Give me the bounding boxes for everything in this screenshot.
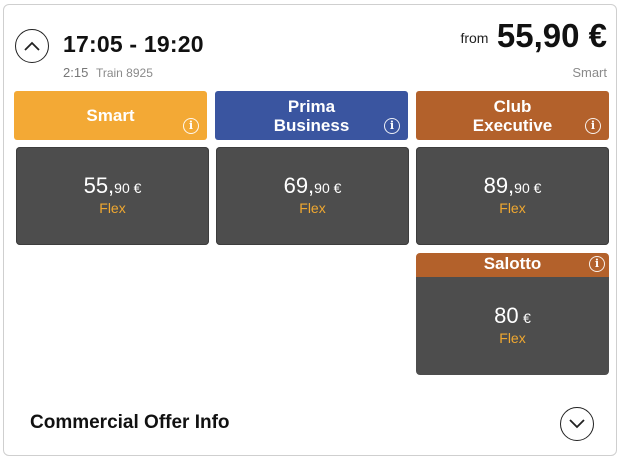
train-solution-card: 17:05 - 19:20 2:15 Train 8925 from 55,90… <box>3 4 617 456</box>
fare-tile-salotto[interactable]: 80 € Flex <box>416 277 609 375</box>
info-icon[interactable]: i <box>585 118 601 134</box>
train-number: Train 8925 <box>95 66 153 80</box>
fare-currency: € <box>523 310 531 326</box>
fare-amount: 80 <box>494 303 519 328</box>
class-label-line1: Club <box>493 96 532 116</box>
fare-cents: 90 € <box>114 180 142 196</box>
info-icon[interactable]: i <box>384 118 400 134</box>
lowest-price: from 55,90 € <box>460 17 607 55</box>
class-label-line2: Business <box>273 115 350 135</box>
expand-offer-info-button[interactable] <box>560 407 594 441</box>
class-label: Salotto <box>483 254 542 273</box>
fare-cents: 90 € <box>514 180 542 196</box>
collapse-button[interactable] <box>15 29 49 63</box>
class-header-smart[interactable]: Smart i <box>14 91 207 140</box>
class-label-line1: Prima <box>287 96 336 116</box>
fare-type: Flex <box>99 200 126 216</box>
class-header-prima-business[interactable]: Prima Business i <box>215 91 408 140</box>
trip-details: 2:15 Train 8925 <box>63 65 153 80</box>
fare-tile-smart[interactable]: 55,90 € Flex <box>16 147 209 245</box>
fare-type: Flex <box>299 200 326 216</box>
commercial-offer-info-title: Commercial Offer Info <box>30 412 230 433</box>
fare-type: Flex <box>499 200 526 216</box>
fare-amount: 55, <box>83 173 115 198</box>
info-icon[interactable]: i <box>589 256 605 272</box>
from-price: 55,90 € <box>496 17 607 54</box>
class-header-club-executive[interactable]: Club Executive i <box>416 91 609 140</box>
duration: 2:15 <box>63 65 89 80</box>
info-icon[interactable]: i <box>183 118 199 134</box>
chevron-down-icon <box>569 419 585 429</box>
fare-amount: 69, <box>283 173 315 198</box>
fare-amount: 89, <box>483 173 515 198</box>
class-label: Smart <box>86 106 135 125</box>
from-label: from <box>460 30 489 46</box>
class-label-line2: Executive <box>472 115 553 135</box>
fare-cents: 90 € <box>314 180 342 196</box>
fare-type: Flex <box>499 330 526 346</box>
time-range: 17:05 - 19:20 <box>63 31 204 57</box>
class-header-salotto[interactable]: Salotto i <box>416 253 609 277</box>
lowest-price-class: Smart <box>572 65 607 80</box>
fare-tile-prima-business[interactable]: 69,90 € Flex <box>216 147 409 245</box>
chevron-up-icon <box>24 41 40 51</box>
fare-tile-club-executive[interactable]: 89,90 € Flex <box>416 147 609 245</box>
